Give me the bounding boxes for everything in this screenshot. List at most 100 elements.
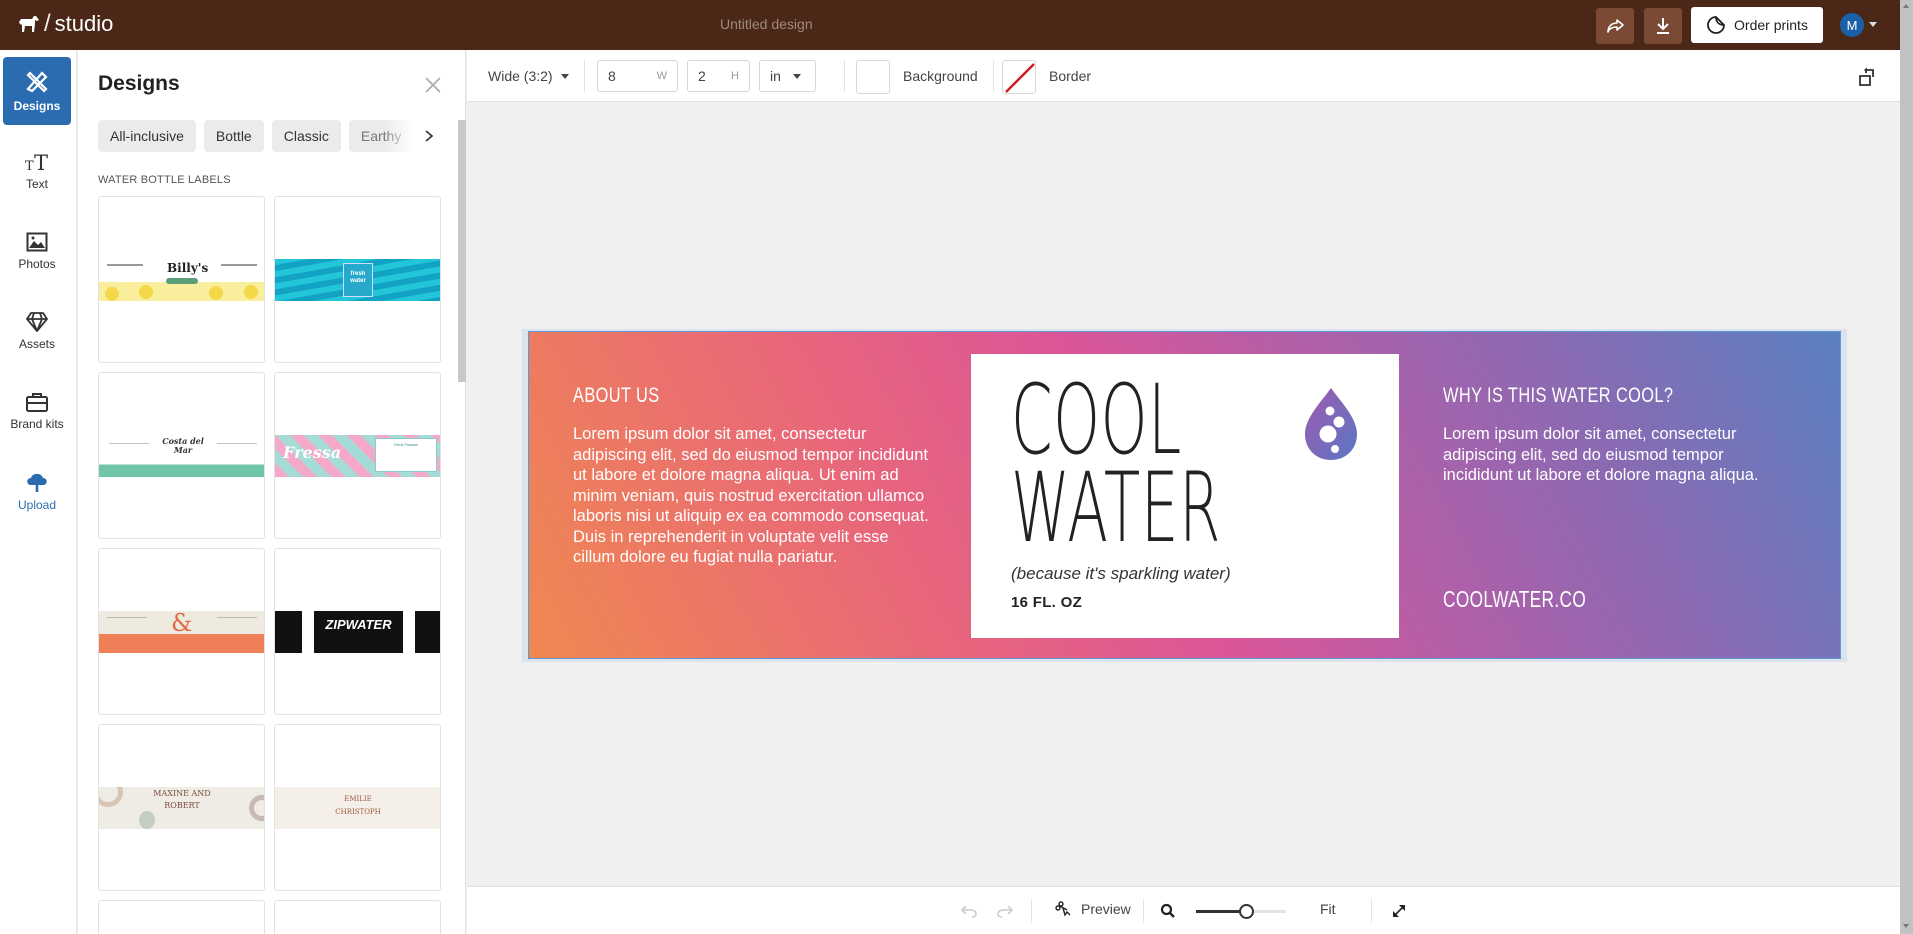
divider [584, 60, 585, 92]
sticker-icon [1707, 16, 1725, 34]
page-scrollbar[interactable] [1900, 0, 1913, 934]
template-card[interactable]: Fressa Drink Fressa! [274, 372, 441, 539]
order-prints-label: Order prints [1734, 17, 1808, 33]
template-title: fresh water [343, 263, 373, 297]
preview-button[interactable]: Preview [1055, 901, 1131, 917]
product-volume[interactable]: 16 FL. OZ [1011, 594, 1082, 611]
why-heading[interactable]: WHY IS THIS WATER COOL? [1443, 384, 1673, 408]
unit-select[interactable]: in [759, 60, 816, 92]
template-card[interactable]: EMILIE CHRISTOPH [274, 724, 441, 891]
logo-slash: / [44, 10, 51, 37]
rail-label-upload: Upload [17, 498, 57, 512]
template-card[interactable]: & [98, 548, 265, 715]
chip-earthy[interactable]: Earthy [348, 120, 414, 152]
rotate-orientation-icon[interactable] [1858, 67, 1878, 87]
height-value: 2 [698, 68, 706, 84]
preview-label: Preview [1081, 901, 1131, 917]
background-label[interactable]: Background [903, 68, 978, 84]
about-body[interactable]: Lorem ipsum dolor sit amet, consectetur … [573, 424, 933, 568]
document-title[interactable]: Untitled design [720, 16, 813, 32]
template-subtitle: Drink Fressa! [375, 438, 437, 472]
title-panel[interactable]: COOL WATER (because it's sparkling water… [971, 354, 1399, 638]
template-card[interactable]: fresh water [274, 196, 441, 363]
pencil-ruler-icon [26, 71, 48, 93]
rail-item-brand-kits[interactable]: Brand kits [3, 377, 71, 445]
text-icon: TT [25, 151, 48, 173]
zoom-slider-handle[interactable] [1238, 904, 1254, 919]
template-card[interactable] [274, 900, 441, 934]
template-preview: Costa del Mar [99, 435, 264, 477]
border-label[interactable]: Border [1049, 68, 1091, 84]
template-card[interactable]: MAXINE AND ROBERT [98, 724, 265, 891]
size-preset-value: Wide (3:2) [488, 68, 553, 84]
template-title: Billy's [167, 261, 209, 275]
height-input[interactable]: 2 H [687, 60, 750, 92]
template-title: Costa del Mar [162, 436, 204, 455]
zoom-slider[interactable] [1196, 902, 1286, 920]
template-preview: MAXINE AND ROBERT [99, 787, 264, 829]
scroll-down-icon[interactable] [1903, 924, 1909, 928]
chevron-right-icon[interactable] [422, 126, 436, 146]
chevron-down-icon [792, 73, 801, 79]
user-avatar[interactable]: M [1840, 13, 1864, 37]
fit-button[interactable]: Fit [1320, 901, 1336, 917]
chip-bottle[interactable]: Bottle [203, 120, 264, 152]
panel-scrollbar[interactable] [458, 120, 466, 382]
website-url[interactable]: COOLWATER.CO [1443, 586, 1586, 613]
diamond-icon [26, 312, 48, 332]
scroll-up-icon[interactable] [1903, 4, 1909, 8]
rail-item-designs[interactable]: Designs [3, 57, 71, 125]
toolbar: Wide (3:2) 8 W 2 H in Background Border [467, 50, 1900, 102]
rail-item-photos[interactable]: Photos [3, 217, 71, 285]
chip-all-inclusive[interactable]: All-inclusive [98, 120, 196, 152]
undo-icon[interactable] [961, 904, 977, 918]
border-swatch[interactable] [1002, 60, 1036, 94]
account-menu-caret-icon[interactable] [1869, 22, 1877, 27]
divider [1371, 899, 1372, 923]
template-card[interactable]: ZIPWATER [274, 548, 441, 715]
why-body[interactable]: Lorem ipsum dolor sit amet, consectetur … [1443, 424, 1763, 486]
template-title: EMILIE CHRISTOPH [335, 795, 381, 816]
top-bar: / studio Untitled design Order prints M [0, 0, 1913, 50]
product-title[interactable]: COOL WATER [1011, 372, 1222, 564]
title-line-2: WATER [1011, 452, 1222, 564]
close-panel-icon[interactable] [424, 76, 442, 94]
template-preview: & [99, 611, 264, 653]
divider [1143, 899, 1144, 923]
image-icon [26, 232, 48, 252]
background-swatch[interactable] [856, 60, 890, 94]
order-prints-button[interactable]: Order prints [1691, 7, 1823, 43]
size-preset-select[interactable]: Wide (3:2) [488, 60, 569, 92]
rail-label-brand-kits: Brand kits [10, 417, 64, 431]
share-icon [1607, 19, 1624, 33]
width-unit-label: W [656, 70, 667, 82]
rail-item-upload[interactable]: Upload [3, 457, 71, 525]
rail-item-text[interactable]: TT Text [3, 137, 71, 205]
panel-title: Designs [98, 72, 180, 95]
template-grid: Billy's fresh water Costa del Mar Fressa… [98, 196, 442, 934]
share-button[interactable] [1596, 8, 1634, 44]
about-heading[interactable]: ABOUT US [573, 384, 660, 408]
divider [844, 60, 845, 92]
width-value: 8 [608, 68, 616, 84]
download-icon [1657, 18, 1669, 34]
cloud-upload-icon [27, 473, 47, 492]
divider [993, 60, 994, 92]
rail-item-assets[interactable]: Assets [3, 297, 71, 365]
fullscreen-expand-icon[interactable] [1391, 903, 1407, 919]
svg-text:T: T [25, 159, 34, 173]
template-card[interactable] [98, 900, 265, 934]
zoom-search-icon[interactable] [1160, 903, 1176, 919]
design-artboard[interactable]: ABOUT US Lorem ipsum dolor sit amet, con… [528, 331, 1841, 659]
template-card[interactable]: Costa del Mar [98, 372, 265, 539]
rail-label-assets: Assets [18, 337, 55, 351]
download-button[interactable] [1644, 8, 1682, 44]
redo-icon[interactable] [997, 904, 1013, 918]
chip-classic[interactable]: Classic [271, 120, 341, 152]
app-logo[interactable]: / studio [18, 10, 113, 38]
fit-label: Fit [1320, 901, 1336, 917]
width-input[interactable]: 8 W [597, 60, 678, 92]
product-subtitle[interactable]: (because it's sparkling water) [1011, 564, 1231, 584]
template-card[interactable]: Billy's [98, 196, 265, 363]
water-drop-icon[interactable] [1301, 384, 1361, 464]
